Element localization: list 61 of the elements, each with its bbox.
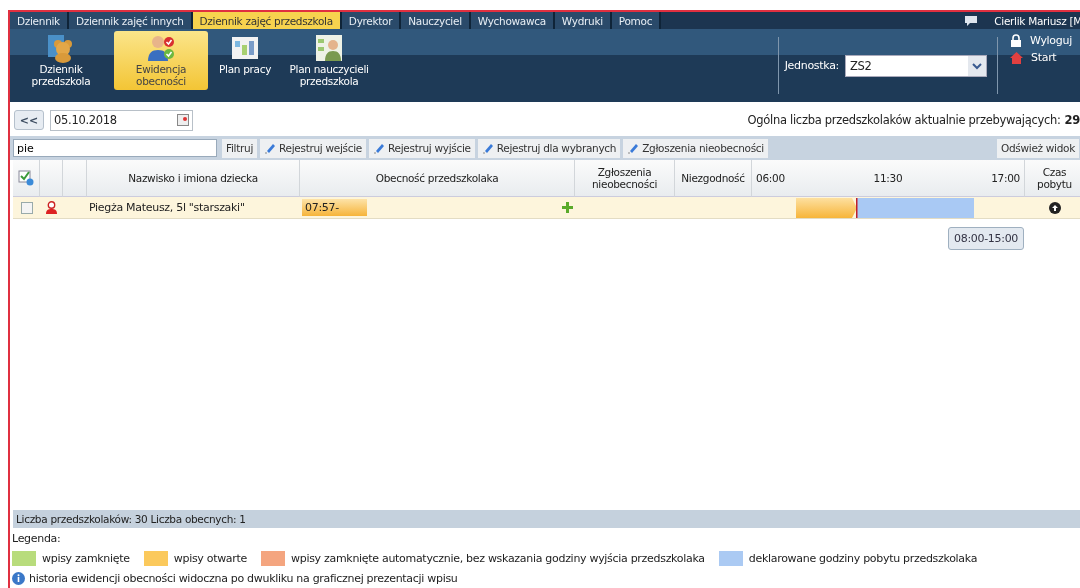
toolbar-button[interactable]: Ewidencja obecności <box>114 31 208 90</box>
legend-label: wpisy zamknięte <box>42 552 130 565</box>
refresh-button[interactable]: Odśwież widok <box>997 138 1079 158</box>
column-header: Czas pobytu <box>1025 160 1080 197</box>
column-header: Niezgodność <box>675 160 752 197</box>
entry-time[interactable]: 07:57- <box>302 199 367 216</box>
menu-tab[interactable]: Pomoc <box>611 12 662 29</box>
legend-title: Legenda: <box>12 532 62 545</box>
time-tick: 11:30 <box>873 172 903 184</box>
toolbar-button[interactable]: Plan nauczycieli przedszkola <box>282 31 377 90</box>
row-checkbox[interactable] <box>20 201 33 214</box>
home-icon <box>1010 51 1023 64</box>
filter-button[interactable]: Rejestruj wejście <box>260 138 366 158</box>
search-field[interactable]: pie <box>13 139 217 157</box>
time-tooltip: 08:00-15:00 <box>948 227 1025 250</box>
lock-icon <box>1010 34 1022 47</box>
add-icon[interactable] <box>562 202 573 213</box>
summary-text: Ogólna liczba przedszkolaków aktualnie przebywających: <box>747 113 1061 127</box>
child-icon <box>46 201 57 214</box>
pencil-icon <box>481 142 494 154</box>
toolbar-button[interactable]: Plan pracy <box>214 31 277 78</box>
menu-tab[interactable]: Nauczyciel <box>401 12 471 29</box>
select-all-icon[interactable] <box>18 170 34 186</box>
menu-tab[interactable]: Dziennik <box>10 12 69 29</box>
chat-icon[interactable] <box>964 15 979 26</box>
legend-label: wpisy zamknięte automatycznie, bez wskazania godziny wyjścia przedszkolaka <box>291 552 705 565</box>
menu-tab[interactable]: Dziennik zajęć przedszkola <box>192 12 342 29</box>
menu-tab[interactable]: Dziennik zajęć innych <box>68 12 193 29</box>
column-header: Zgłoszenia nieobecności <box>575 160 675 197</box>
filter-button[interactable]: Zgłoszenia nieobecności <box>623 138 768 158</box>
status-bar: Liczba przedszkolaków: 30 Liczba obecnych: 1 <box>13 510 1080 528</box>
previous-button[interactable]: << <box>14 110 44 130</box>
pencil-icon <box>373 142 385 154</box>
filter-button[interactable]: Rejestruj wyjście <box>369 138 475 158</box>
calendar-icon <box>177 114 189 126</box>
pencil-icon <box>264 142 277 154</box>
child-name: Piegża Mateusz, 5l "starszaki" <box>87 197 300 219</box>
people-check-icon <box>146 33 176 63</box>
legend-note: historia ewidencji obecności widoczna po dwukliku na graficznej prezentacji wpisu <box>29 572 458 585</box>
toolbar-button[interactable]: Dziennik przedszkola <box>14 31 108 90</box>
arrow-up-icon[interactable] <box>1049 201 1061 214</box>
pencil-icon <box>627 142 640 154</box>
menu-tab[interactable]: Wydruki <box>554 12 612 29</box>
teacher-icon <box>314 33 345 63</box>
legend-label: wpisy otwarte <box>173 552 247 565</box>
column-header: Obecność przedszkolaka <box>300 160 575 197</box>
legend-label: deklarowane godziny pobytu przedszkolaka <box>748 552 978 565</box>
info-icon <box>12 572 25 585</box>
time-tick: 06:00 <box>756 172 785 184</box>
header-link[interactable]: Start <box>1031 51 1057 64</box>
menu-tab[interactable]: Wychowawca <box>470 12 555 29</box>
time-tick: 17:00 <box>991 172 1020 184</box>
date-field[interactable]: 05.10.2018 <box>50 109 193 131</box>
unit-select[interactable]: ZS2 <box>845 54 987 77</box>
filter-button[interactable]: Rejestruj dla wybranych <box>477 138 621 158</box>
column-header: Nazwisko i imiona dziecka <box>87 160 300 197</box>
unit-label: Jednostka: <box>784 59 839 72</box>
menu-tab[interactable]: Dyrektor <box>341 12 402 29</box>
summary-value: 29 <box>1064 113 1080 127</box>
filter-button[interactable]: Filtruj <box>222 138 258 158</box>
header-link[interactable]: Wyloguj <box>1030 34 1072 47</box>
